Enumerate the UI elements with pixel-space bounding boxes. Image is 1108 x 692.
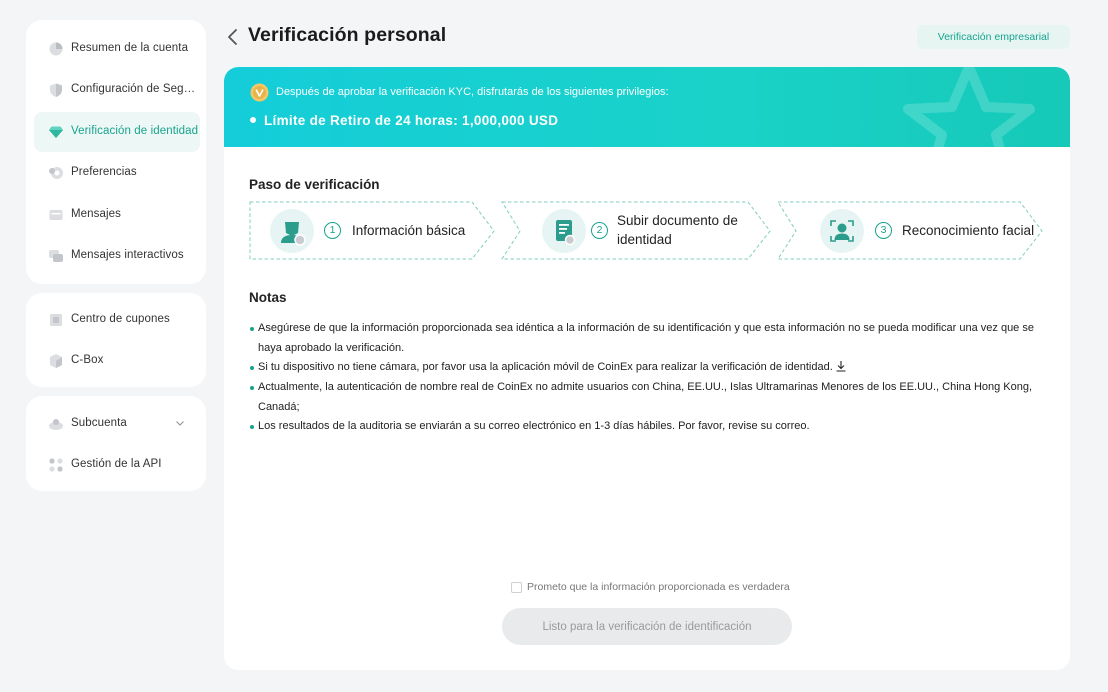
step-2-label: Subir documento de identidad [617,211,738,249]
sidebar-item-coupon-center[interactable]: Centro de cupones [34,300,200,340]
banner-intro-text: Después de aprobar la verificación KYC, … [276,86,669,98]
page-title: Verificación personal [248,24,447,46]
note-item: Asegúrese de que la información proporci… [250,319,1050,358]
sidebar-item-label: Gestión de la API [71,458,162,470]
step-3-label: Reconocimiento facial [902,223,1035,238]
document-upload-icon [556,220,576,246]
withdrawal-limit-text: Límite de Retiro de 24 horas: 1,000,000 … [264,113,559,128]
sidebar-item-c-box[interactable]: C-Box [34,341,200,381]
mail-icon [49,210,63,220]
sidebar-item-label: Mensajes interactivos [71,249,184,261]
step-3-circle [820,209,864,253]
subaccount-icon [49,419,63,430]
settings-icon [49,167,63,179]
sidebar-item-label: Centro de cupones [71,313,170,325]
submit-verification-button[interactable]: Listo para la verificación de identifica… [502,608,792,645]
note-item: Actualmente, la autenticación de nombre … [250,378,1050,417]
kyc-privileges-banner: Después de aprobar la verificación KYC, … [224,67,1070,147]
diamond-icon [49,126,63,138]
back-arrow-icon[interactable] [224,26,242,48]
step-1-number: 1 [324,222,341,239]
sidebar-item-api-management[interactable]: Gestión de la API [34,445,200,485]
box-icon [50,354,62,368]
notes-title: Notas [249,290,287,305]
sidebar-group-rewards: Centro de cupones C-Box [26,293,206,387]
vip-badge-icon [250,83,269,102]
sidebar-item-label: Mensajes [71,208,122,220]
bullet-dot [250,117,256,123]
verification-card: Después de aprobar la verificación KYC, … [224,67,1070,670]
note-text: Si tu dispositivo no tiene cámara, por f… [258,361,833,373]
step-2-circle [542,209,586,253]
promise-label: Prometo que la información proporcionada… [527,581,790,593]
user-profile-icon [281,222,306,246]
download-icon[interactable] [835,360,847,372]
business-verification-button[interactable]: Verificación empresarial [917,25,1070,49]
sidebar-item-interactive-messages[interactable]: Mensajes interactivos [34,236,200,276]
sidebar-item-label: Preferencias [71,166,137,178]
sidebar-item-label: Verificación de identidad [71,125,199,137]
shield-icon [50,83,62,97]
sidebar-item-security[interactable]: Configuración de Seguridad [34,70,200,110]
sidebar-item-account-overview[interactable]: Resumen de la cuenta [34,29,200,69]
pie-chart-icon [49,42,63,56]
sidebar-item-label: Configuración de Seguridad [71,83,199,95]
chevron-down-icon [176,421,184,426]
star-decoration-icon [903,67,1035,147]
note-item: Si tu dispositivo no tiene cámara, por f… [250,358,1050,378]
coupon-icon [50,314,62,326]
step-2-number: 2 [591,222,608,239]
step-3-number: 3 [875,222,892,239]
face-recognition-icon [830,220,854,242]
sidebar-group-account: Resumen de la cuenta Configuración de Se… [26,20,206,284]
step-1-label: Información básica [352,223,466,238]
promise-row: Prometo que la información proporcionada… [511,580,790,594]
step-2-label-line2: identidad [617,232,672,247]
step-2-label-line1: Subir documento de [617,213,738,228]
step-1-circle [270,209,314,253]
sidebar-item-messages[interactable]: Mensajes [34,195,200,235]
sidebar-item-label: C-Box [71,354,104,366]
sidebar-item-identity-verification[interactable]: Verificación de identidad [34,112,200,152]
promise-checkbox[interactable] [511,581,522,593]
sidebar-group-advanced: Subcuenta Gestión de la API [26,396,206,491]
api-icon [49,458,63,472]
note-item: Los resultados de la auditoria se enviar… [250,417,1050,437]
chat-icon [49,250,63,262]
sidebar-item-subaccount[interactable]: Subcuenta [34,404,200,444]
sidebar-item-label: Resumen de la cuenta [71,42,189,54]
sidebar-item-preferences[interactable]: Preferencias [34,153,200,193]
steps-title: Paso de verificación [249,177,380,192]
